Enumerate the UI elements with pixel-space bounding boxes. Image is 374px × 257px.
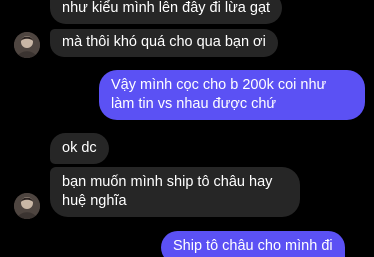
incoming-message-bubble[interactable]: như kiểu mình lên đây đi lừa gạt <box>50 0 283 24</box>
outgoing-message-bubble[interactable]: Ship tô châu cho mình đi <box>161 231 345 257</box>
message-text: mà thôi khó quá cho qua bạn ơi <box>62 34 266 50</box>
incoming-message-bubble[interactable]: bạn muốn mình ship tô châu hay huệ nghĩa <box>50 167 300 217</box>
outgoing-message-bubble[interactable]: Vậy mình cọc cho b 200k coi như làm tin … <box>99 70 365 120</box>
contact-avatar-icon[interactable] <box>14 32 40 58</box>
message-text: như kiểu mình lên đây đi lừa gạt <box>62 0 271 16</box>
contact-avatar-icon[interactable] <box>14 193 40 219</box>
message-text: ok dc <box>62 140 97 156</box>
chat-thread[interactable]: như kiểu mình lên đây đi lừa gạt mà thôi… <box>0 0 374 257</box>
message-text: Ship tô châu cho mình đi <box>173 238 333 254</box>
incoming-message-bubble[interactable]: ok dc <box>50 133 109 164</box>
message-text: Vậy mình cọc cho b 200k coi như làm tin … <box>111 77 327 112</box>
incoming-message-bubble[interactable]: mà thôi khó quá cho qua bạn ơi <box>50 29 278 57</box>
message-text: bạn muốn mình ship tô châu hay huệ nghĩa <box>62 174 273 209</box>
